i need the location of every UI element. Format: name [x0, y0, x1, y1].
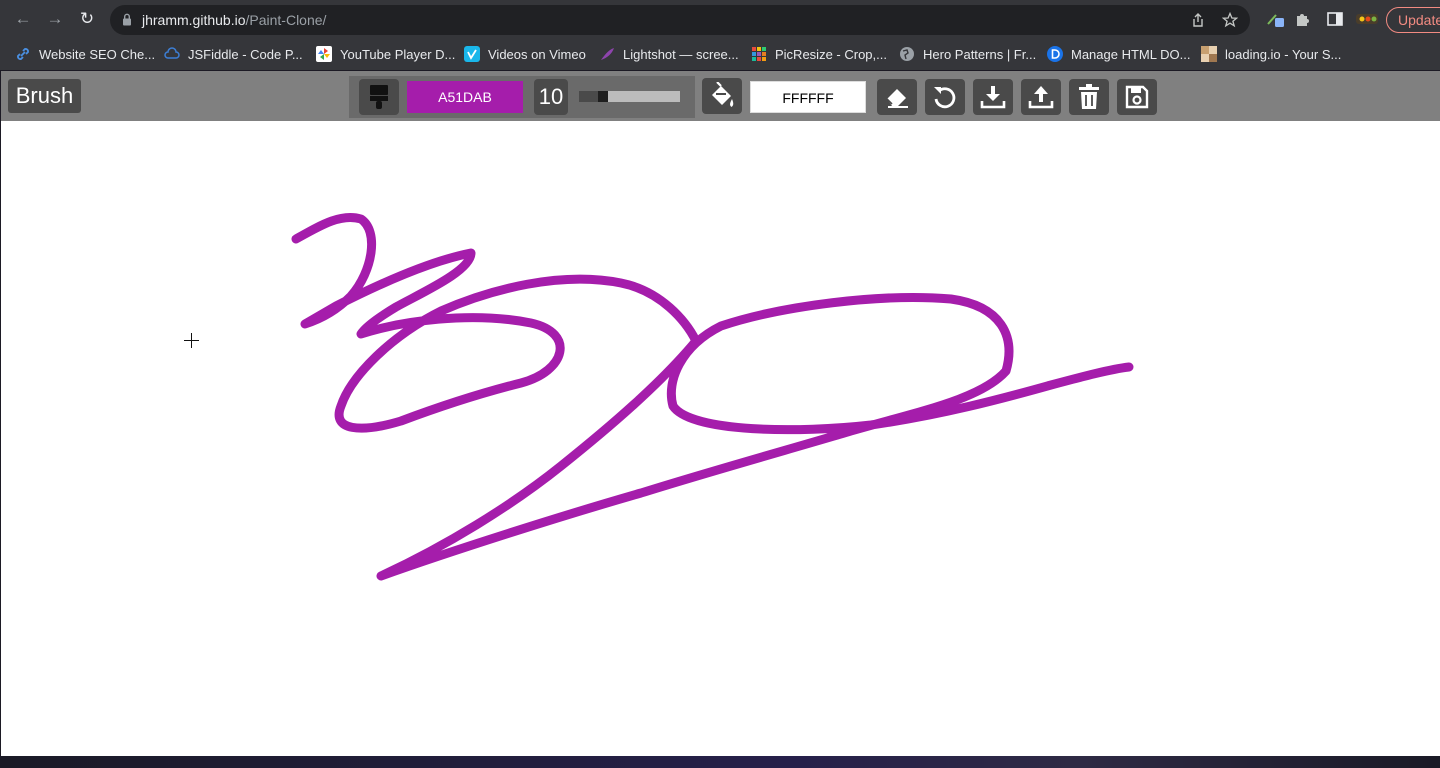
download-icon	[980, 86, 1006, 109]
link-icon	[17, 48, 29, 60]
url-text: jhramm.github.io/Paint-Clone/	[142, 12, 326, 28]
background-color-value: FFFFFF	[782, 90, 834, 106]
bookmark-label: loading.io - Your S...	[1225, 46, 1342, 62]
desktop-strip	[0, 756, 1440, 768]
bookmark-item[interactable]: Website SEO Che...	[15, 44, 155, 64]
bookmark-label: Hero Patterns | Fr...	[923, 46, 1037, 62]
bookmark-label: PicResize - Crop,...	[775, 46, 887, 62]
save-button[interactable]	[1117, 79, 1157, 115]
fill-bucket-icon	[712, 82, 734, 107]
eraser-icon	[886, 89, 908, 108]
bookmark-label: Website SEO Che...	[39, 46, 156, 62]
trash-icon	[1079, 84, 1099, 109]
cloud-icon	[164, 47, 180, 59]
vimeo-icon	[464, 46, 480, 62]
clear-canvas-button[interactable]	[1069, 79, 1109, 115]
upload-button[interactable]	[1021, 79, 1061, 115]
crosshair-cursor-icon	[184, 333, 199, 348]
feather-icon	[601, 48, 614, 60]
bookmark-label: JSFiddle - Code P...	[188, 46, 303, 62]
brush-color-picker[interactable]: A51DAB	[407, 81, 523, 113]
bookmark-item[interactable]: loading.io - Your S...	[1201, 44, 1341, 64]
save-icon	[1125, 85, 1149, 109]
side-panel-icon[interactable]	[1326, 10, 1344, 28]
bookmark-label: Videos on Vimeo	[488, 46, 586, 62]
bookmark-item[interactable]: Videos on Vimeo	[464, 44, 586, 64]
reload-icon[interactable]: ↻	[77, 9, 97, 29]
url-host: jhramm.github.io	[142, 12, 246, 28]
update-button[interactable]: Update	[1386, 7, 1440, 33]
bookmark-label: Lightshot — scree...	[623, 46, 739, 62]
brush-tool-button[interactable]	[359, 79, 399, 115]
lock-icon	[123, 13, 131, 26]
drawing-canvas[interactable]	[1, 121, 1440, 756]
pinwheel-icon	[316, 46, 332, 62]
brush-size-value: 10	[534, 79, 568, 115]
extensions-puzzle-icon[interactable]	[1294, 10, 1312, 28]
bookmark-label: Manage HTML DO...	[1071, 46, 1191, 62]
background-color-picker[interactable]: FFFFFF	[750, 81, 866, 113]
bookmark-item[interactable]: PicResize - Crop,...	[751, 44, 887, 64]
brush-size-slider-fill	[579, 91, 598, 102]
bucket-fill-button[interactable]	[702, 78, 742, 114]
share-icon[interactable]	[1190, 12, 1206, 28]
back-icon[interactable]: ←	[13, 9, 33, 29]
d-circle-icon	[1047, 46, 1063, 62]
brush-icon	[370, 85, 388, 109]
grid-icon	[752, 47, 766, 61]
globe-icon	[900, 47, 914, 61]
browser-toolbar: ← → ↻ jhramm.github.io/Paint-Clone/ Upda…	[0, 0, 1440, 38]
active-tool-label: Brush	[8, 79, 81, 113]
bookmark-item[interactable]: YouTube Player D...	[316, 44, 455, 64]
brush-size-slider[interactable]	[579, 91, 680, 102]
upload-icon	[1028, 86, 1054, 109]
bookmark-label: YouTube Player D...	[340, 46, 456, 62]
puzzle-img-icon	[1201, 46, 1217, 62]
brush-color-value: A51DAB	[438, 89, 492, 105]
forward-icon[interactable]: →	[45, 9, 65, 29]
download-button[interactable]	[973, 79, 1013, 115]
undo-button[interactable]	[925, 79, 965, 115]
bookmark-item[interactable]: Manage HTML DO...	[1047, 44, 1190, 64]
star-icon[interactable]	[1222, 12, 1238, 28]
eraser-button[interactable]	[877, 79, 917, 115]
bookmark-item[interactable]: JSFiddle - Code P...	[164, 44, 303, 64]
extension-pen-icon[interactable]	[1266, 10, 1284, 28]
bookmarks-bar: Website SEO Che... JSFiddle - Code P... …	[0, 38, 1440, 70]
paint-toolbar: Brush A51DAB 10 FFFFFF	[1, 71, 1440, 121]
undo-icon	[934, 87, 956, 109]
address-bar[interactable]: jhramm.github.io/Paint-Clone/	[110, 5, 1250, 35]
profile-avatar-icon[interactable]	[1356, 10, 1378, 28]
brush-size-slider-thumb[interactable]	[598, 91, 608, 102]
url-path: /Paint-Clone/	[245, 12, 327, 28]
canvas-strokes	[291, 212, 1134, 581]
bookmark-item[interactable]: Hero Patterns | Fr...	[899, 44, 1036, 64]
bookmark-item[interactable]: Lightshot — scree...	[599, 44, 739, 64]
brush-stroke	[291, 212, 1134, 581]
